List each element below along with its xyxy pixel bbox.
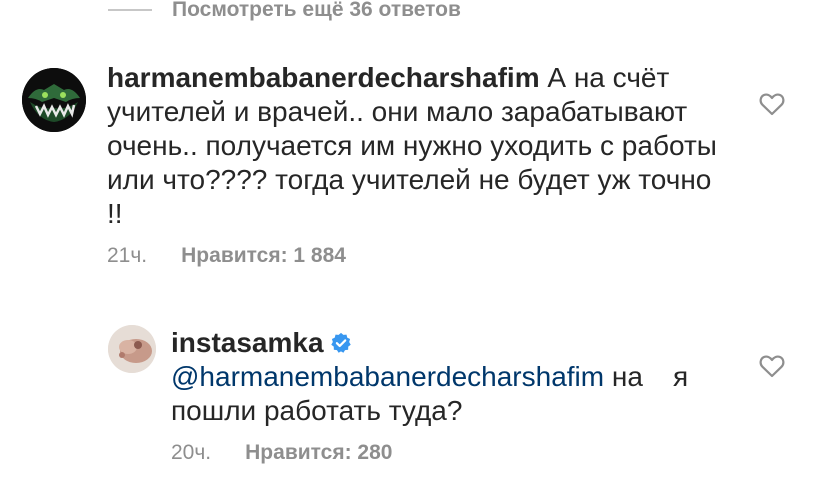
reply-username[interactable]: instasamka (171, 327, 324, 358)
comment-username[interactable]: harmanembabanerdecharshafim (107, 62, 540, 93)
view-more-replies-label: Посмотреть ещё 36 ответов (172, 0, 461, 21)
comment-meta: 21ч. Нравится: 1 884 (107, 244, 346, 268)
avatar[interactable] (22, 68, 86, 132)
like-heart-icon[interactable] (759, 92, 785, 116)
comment-time: 21ч. (107, 244, 148, 267)
like-heart-icon[interactable] (759, 354, 785, 378)
comment-body: harmanembabanerdecharshafim А на счёт уч… (107, 61, 727, 231)
reply-text-part1: на (611, 361, 643, 392)
likes-count-button[interactable]: Нравится: 280 (245, 441, 392, 465)
green-monster-avatar-icon (22, 68, 86, 132)
comments-page: Посмотреть ещё 36 ответов harmanembabane… (0, 0, 828, 484)
reply-time: 20ч. (171, 441, 212, 464)
reply-meta: 20ч. Нравится: 280 (171, 441, 392, 465)
reply-body: instasamka @harmanembabanerdecharshafim … (171, 326, 731, 428)
verified-badge-icon (330, 332, 351, 353)
view-more-replies-button[interactable]: Посмотреть ещё 36 ответов (108, 0, 461, 24)
divider-line (108, 9, 152, 11)
mention-link[interactable]: @harmanembabanerdecharshafim (171, 361, 604, 392)
avatar[interactable] (108, 325, 156, 373)
profile-photo-avatar-icon (108, 325, 156, 373)
likes-count-button[interactable]: Нравится: 1 884 (181, 244, 346, 268)
